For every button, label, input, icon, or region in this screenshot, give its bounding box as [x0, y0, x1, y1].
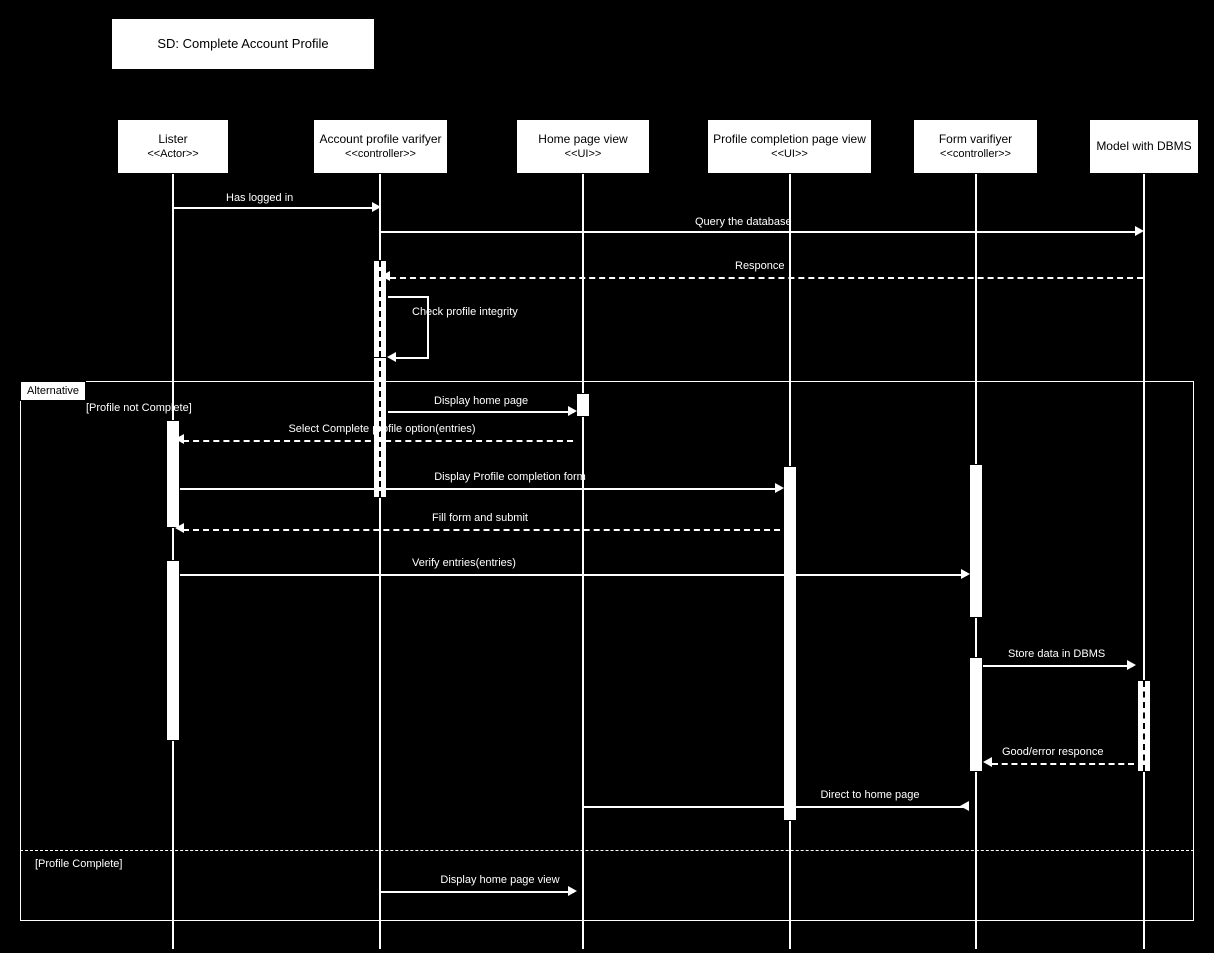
arrow — [983, 665, 1133, 667]
msg-display-home-view: Display home page view — [400, 874, 600, 886]
msg-direct-home: Direct to home page — [720, 789, 1020, 801]
dashed-arrow — [183, 529, 780, 531]
participant-form-verifier: Form varifiyer <<controller>> — [913, 119, 1038, 174]
alt-condition-1: [Profile not Complete] — [86, 402, 192, 414]
arrow — [381, 891, 574, 893]
participant-name: Model with DBMS — [1096, 139, 1191, 155]
msg-display-form: Display Profile completion form — [360, 471, 660, 483]
msg-query-db: Query the database — [695, 216, 792, 228]
msg-fill-submit: Fill form and submit — [380, 512, 580, 524]
diagram-title: SD: Complete Account Profile — [111, 18, 375, 70]
arrow — [381, 231, 1135, 233]
participant-stereotype: <<UI>> — [565, 147, 602, 161]
alt-label: Alternative — [20, 381, 86, 401]
dashed-arrow — [183, 440, 573, 442]
participant-stereotype: <<controller>> — [940, 147, 1011, 161]
participant-model-dbms: Model with DBMS — [1089, 119, 1199, 174]
participant-name: Lister — [158, 132, 187, 148]
arrow-head-icon — [960, 801, 969, 811]
participant-lister: Lister <<Actor>> — [117, 119, 229, 174]
arrow-head-icon — [775, 483, 784, 493]
arrow — [174, 207, 372, 209]
msg-select-complete: Select Complete profile option(entries) — [232, 423, 532, 435]
participant-stereotype: <<controller>> — [345, 147, 416, 161]
msg-verify: Verify entries(entries) — [412, 557, 516, 569]
arrow-head-icon — [961, 569, 970, 579]
arrow-head-icon — [568, 406, 577, 416]
arrow-head-icon — [1135, 226, 1144, 236]
arrow — [180, 574, 967, 576]
self-arrow-side — [427, 296, 429, 358]
participant-name: Home page view — [538, 132, 627, 148]
arrow-head-icon — [1127, 660, 1136, 670]
arrow-head-icon — [372, 202, 381, 212]
msg-logged-in: Has logged in — [226, 192, 293, 204]
arrow — [180, 488, 781, 490]
activation-fv-2 — [969, 657, 983, 772]
participant-name: Profile completion page view — [713, 132, 866, 148]
self-arrow-top — [388, 296, 428, 298]
arrow-head-icon — [387, 352, 396, 362]
activation-home-1 — [576, 393, 590, 417]
alt-divider — [20, 850, 1194, 851]
self-arrow-bottom — [396, 357, 429, 359]
msg-response: Responce — [735, 260, 785, 272]
dashed-arrow — [390, 277, 1143, 279]
arrow-head-icon — [175, 523, 184, 533]
activation-divider — [373, 357, 387, 358]
participant-account-profile-verifier: Account profile varifyer <<controller>> — [313, 119, 448, 174]
participant-name: Form varifiyer — [939, 132, 1012, 148]
arrow-head-icon — [568, 886, 577, 896]
participant-profile-completion-page-view: Profile completion page view <<UI>> — [707, 119, 872, 174]
activation-pcp — [783, 466, 797, 821]
activation-fv-1 — [969, 464, 983, 618]
participant-stereotype: <<Actor>> — [147, 147, 198, 161]
arrow-head-icon — [983, 757, 992, 767]
arrow-head-icon — [381, 271, 390, 281]
participant-home-page-view: Home page view <<UI>> — [516, 119, 650, 174]
msg-display-home-1: Display home page — [434, 395, 528, 407]
activation-internal-line — [1143, 681, 1145, 771]
alt-condition-2: [Profile Complete] — [35, 858, 122, 870]
dashed-arrow — [992, 763, 1134, 765]
msg-good-error: Good/error responce — [1002, 746, 1104, 758]
activation-lister-2 — [166, 560, 180, 741]
arrow-head-icon — [175, 434, 184, 444]
msg-store-data: Store data in DBMS — [1008, 648, 1105, 660]
activation-model — [1137, 680, 1151, 772]
arrow — [584, 806, 967, 808]
participant-name: Account profile varifyer — [319, 132, 441, 148]
participant-stereotype: <<UI>> — [771, 147, 808, 161]
arrow — [388, 411, 574, 413]
